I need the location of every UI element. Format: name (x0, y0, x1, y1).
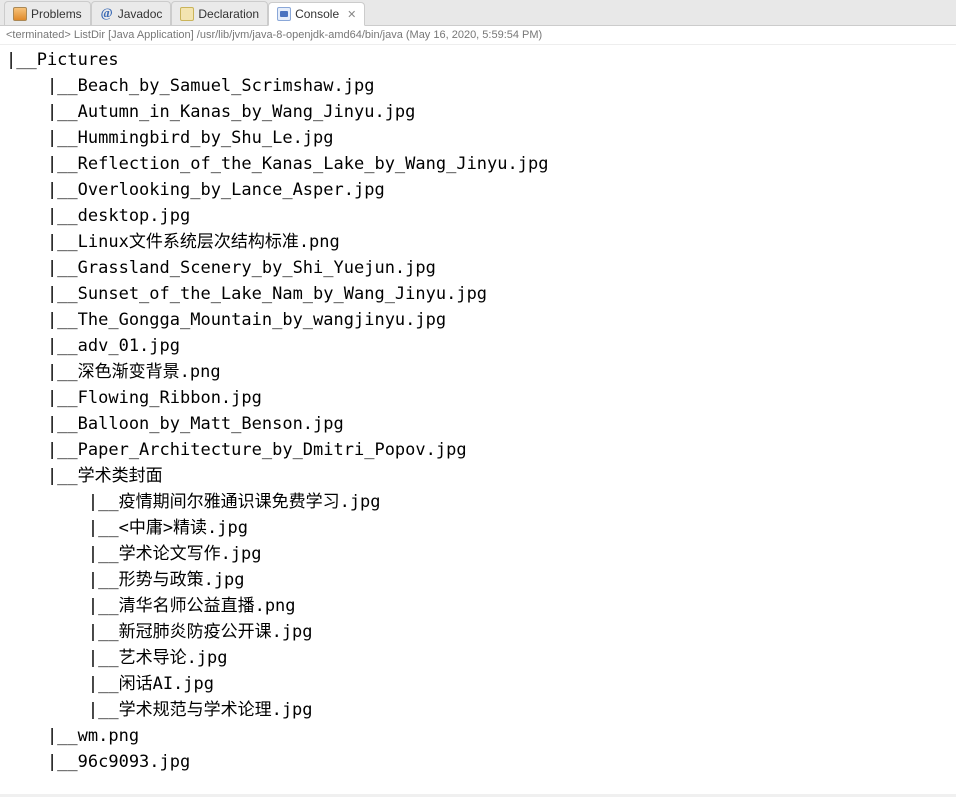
tab-declaration[interactable]: Declaration (171, 1, 268, 25)
tab-label: Javadoc (118, 7, 163, 21)
tab-javadoc[interactable]: @ Javadoc (91, 1, 172, 25)
problems-icon (13, 7, 27, 21)
tab-console[interactable]: Console ✕ (268, 2, 365, 26)
javadoc-icon: @ (100, 7, 114, 21)
tab-bar: Problems @ Javadoc Declaration Console ✕ (0, 0, 956, 26)
tab-label: Problems (31, 7, 82, 21)
close-icon[interactable]: ✕ (347, 8, 356, 21)
console-icon (277, 7, 291, 21)
console-output[interactable]: |__Pictures |__Beach_by_Samuel_Scrimshaw… (0, 45, 956, 794)
tab-label: Console (295, 7, 339, 21)
tab-problems[interactable]: Problems (4, 1, 91, 25)
console-status-line: <terminated> ListDir [Java Application] … (0, 26, 956, 45)
declaration-icon (180, 7, 194, 21)
tab-label: Declaration (198, 7, 259, 21)
